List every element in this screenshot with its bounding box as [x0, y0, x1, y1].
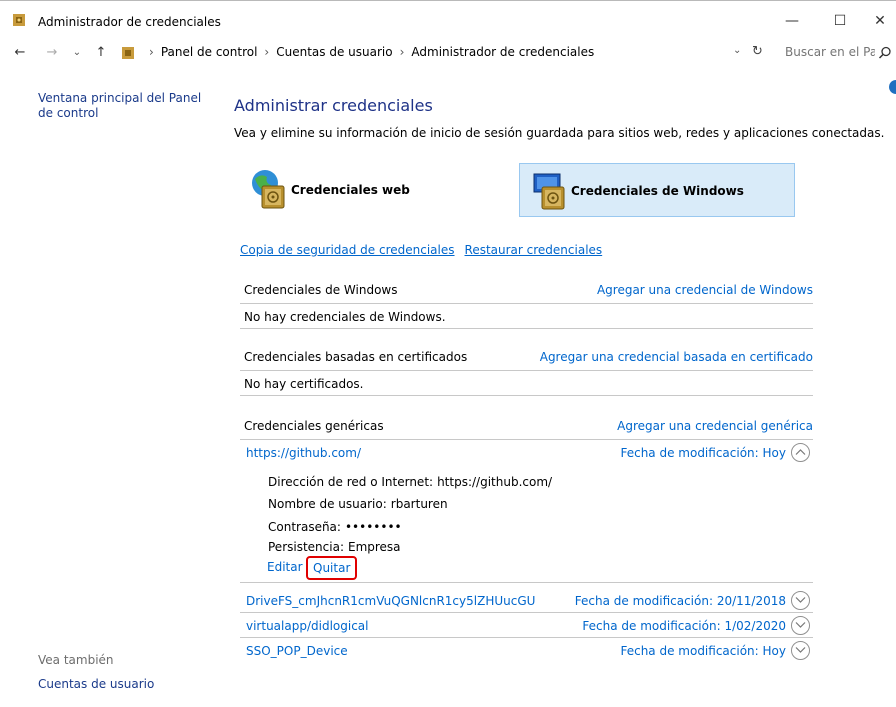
add-generic-credential-link[interactable]: Agregar una credencial genérica: [617, 419, 813, 433]
credential-row-github[interactable]: https://github.com/ Fecha de modificació…: [240, 441, 813, 465]
add-windows-credential-link[interactable]: Agregar una credencial de Windows: [597, 283, 813, 297]
windows-credentials-icon: [533, 173, 565, 210]
windows-credentials-tab[interactable]: Credenciales de Windows: [519, 163, 795, 217]
persistence-value: Empresa: [347, 540, 401, 554]
web-credentials-tab[interactable]: Credenciales web: [240, 163, 502, 217]
address-dropdown-icon[interactable]: ⌄: [733, 45, 741, 56]
modified-label: Fecha de modificación:: [620, 446, 759, 460]
control-panel-icon: [122, 47, 134, 59]
breadcrumb-separator-icon: ›: [264, 45, 270, 59]
page-description: Vea y elimine su información de inicio d…: [234, 126, 885, 140]
search-icon[interactable]: [878, 46, 892, 60]
close-button[interactable]: ✕: [864, 9, 896, 33]
recent-locations-chevron-icon[interactable]: ⌄: [70, 44, 84, 62]
chevron-down-icon[interactable]: [791, 591, 810, 610]
breadcrumb-credential-manager[interactable]: Administrador de credenciales: [411, 45, 594, 59]
title-bar: Administrador de credenciales — ☐ ✕: [0, 0, 896, 36]
chevron-down-icon[interactable]: [791, 641, 810, 660]
credential-name[interactable]: DriveFS_cmJhcnR1cmVuQGNlcnR1cy5lZHUucGU: [246, 594, 535, 608]
username-value: rbarturen: [390, 497, 448, 511]
add-certificate-credential-link[interactable]: Agregar una credencial basada en certifi…: [540, 350, 813, 364]
password-label: Contraseña:: [268, 520, 341, 534]
chevron-up-icon[interactable]: [791, 443, 810, 462]
control-panel-home-link[interactable]: Ventana principal del Panel de control: [38, 91, 213, 121]
page-title: Administrar credenciales: [234, 96, 433, 115]
minimize-button[interactable]: —: [772, 9, 812, 33]
back-arrow-icon[interactable]: ←: [12, 44, 28, 62]
username-label: Nombre de usuario:: [268, 497, 387, 511]
breadcrumb[interactable]: › Panel de control › Cuentas de usuario › Adm…: [116, 42, 772, 64]
credential-details-github: Dirección de red o Internet: https://gith…: [240, 466, 813, 583]
maximize-button[interactable]: ☐: [820, 9, 860, 33]
network-address-label: Dirección de red o Internet:: [268, 475, 434, 489]
empty-message: No hay certificados.: [244, 377, 364, 391]
modified-label: Fecha de modificación:: [582, 619, 721, 633]
web-credentials-label: Credenciales web: [291, 183, 410, 197]
user-accounts-link[interactable]: Cuentas de usuario: [38, 677, 154, 691]
window-title: Administrador de credenciales: [38, 15, 221, 29]
credential-row-sso-pop-device[interactable]: SSO_POP_Device Fecha de modificación: Ho…: [240, 639, 813, 663]
windows-credentials-label: Credenciales de Windows: [571, 184, 744, 198]
breadcrumb-control-panel[interactable]: Panel de control: [161, 45, 258, 59]
credential-row-virtualapp[interactable]: virtualapp/didlogical Fecha de modificac…: [240, 614, 813, 638]
web-credentials-icon: [252, 170, 285, 209]
restore-credentials-link[interactable]: Restaurar credenciales: [465, 243, 603, 257]
certificate-credentials-header: Credenciales basadas en certificados Agr…: [240, 347, 813, 371]
left-pane: Ventana principal del Panel de control V…: [0, 70, 226, 707]
section-title: Credenciales de Windows: [244, 283, 398, 297]
persistence-label: Persistencia:: [268, 540, 344, 554]
credential-name[interactable]: SSO_POP_Device: [246, 644, 348, 658]
breadcrumb-separator-icon: ›: [399, 45, 405, 59]
modified-label: Fecha de modificación:: [620, 644, 759, 658]
chevron-down-icon[interactable]: [791, 616, 810, 635]
forward-arrow-icon[interactable]: →: [44, 44, 60, 62]
modified-date: 1/02/2020: [724, 619, 786, 633]
modified-date: Hoy: [762, 644, 786, 658]
breadcrumb-separator-icon: ›: [149, 45, 154, 59]
see-also-heading: Vea también: [38, 653, 114, 667]
certificate-credentials-empty: No hay certificados.: [240, 372, 813, 396]
credential-name[interactable]: virtualapp/didlogical: [246, 619, 368, 633]
breadcrumb-user-accounts[interactable]: Cuentas de usuario: [276, 45, 392, 59]
section-title: Credenciales genéricas: [244, 419, 384, 433]
credential-manager-icon: [13, 14, 25, 26]
address-bar: ← → ⌄ ↑ › Panel de control › Cuentas de usu…: [0, 36, 896, 70]
windows-credentials-empty: No hay credenciales de Windows.: [240, 305, 813, 329]
windows-credentials-header: Credenciales de Windows Agregar una cred…: [240, 280, 813, 304]
section-title: Credenciales basadas en certificados: [244, 350, 468, 364]
remove-credential-link[interactable]: Quitar: [306, 556, 358, 580]
modified-date: 20/11/2018: [716, 594, 786, 608]
empty-message: No hay credenciales de Windows.: [244, 310, 446, 324]
modified-date: Hoy: [762, 446, 786, 460]
password-value: ••••••••: [344, 520, 402, 534]
edge-indicator: [889, 80, 896, 94]
backup-credentials-link[interactable]: Copia de seguridad de credenciales: [240, 243, 455, 257]
modified-label: Fecha de modificación:: [574, 594, 713, 608]
refresh-icon[interactable]: ↻: [752, 44, 763, 59]
up-arrow-icon[interactable]: ↑: [93, 44, 109, 62]
network-address-value: https://github.com/: [437, 475, 553, 489]
search-box: [777, 42, 896, 64]
edit-credential-link[interactable]: Editar: [267, 560, 303, 574]
credential-row-drivefs[interactable]: DriveFS_cmJhcnR1cmVuQGNlcnR1cy5lZHUucGU …: [240, 589, 813, 613]
credential-name[interactable]: https://github.com/: [246, 446, 361, 460]
search-input[interactable]: [785, 45, 875, 59]
generic-credentials-header: Credenciales genéricas Agregar una crede…: [240, 416, 813, 440]
